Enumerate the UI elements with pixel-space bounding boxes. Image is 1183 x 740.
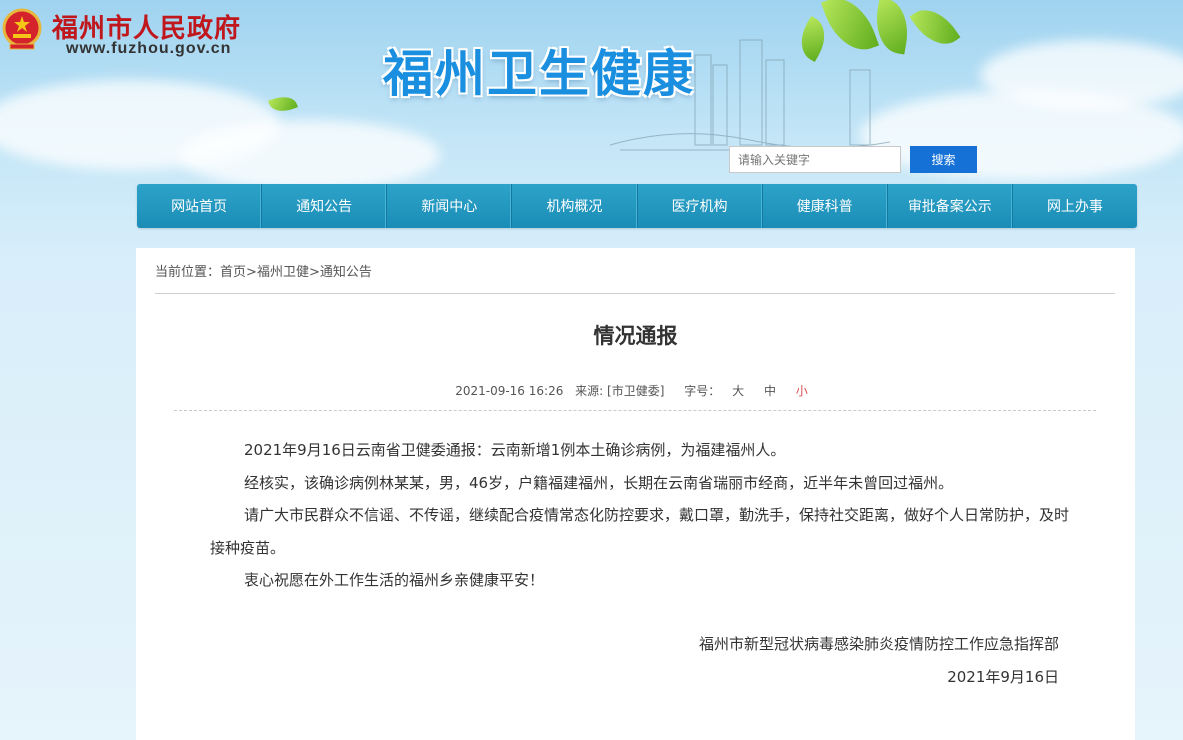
article-paragraph: 请广大市民群众不信谣、不传谣，继续配合疫情常态化防控要求，戴口罩，勤洗手，保持社… <box>210 506 1070 557</box>
nav-item-health-education[interactable]: 健康科普 <box>763 184 888 228</box>
nav-item-approvals[interactable]: 审批备案公示 <box>888 184 1013 228</box>
gov-url[interactable]: www.fuzhou.gov.cn <box>66 40 231 58</box>
breadcrumb-link-home[interactable]: 首页 <box>220 265 246 280</box>
source-label: 来源: <box>575 384 604 398</box>
source-value: [市卫健委] <box>607 384 665 398</box>
font-size-medium-button[interactable]: 中 <box>764 384 776 398</box>
article-signature: 福州市新型冠状病毒感染肺炎疫情防控工作应急指挥部 2021年9月16日 <box>699 628 1059 693</box>
national-emblem-icon <box>2 8 42 50</box>
breadcrumb: 当前位置：首页>福州卫健>通知公告 <box>155 261 372 280</box>
breadcrumb-separator: > <box>308 265 320 280</box>
dashed-divider <box>174 410 1096 411</box>
nav-item-home[interactable]: 网站首页 <box>137 184 263 228</box>
article-paragraph: 2021年9月16日云南省卫健委通报：云南新增1例本土确诊病例，为福建福州人。 <box>244 441 786 459</box>
search-input[interactable] <box>729 146 901 173</box>
nav-item-medical-institutions[interactable]: 医疗机构 <box>638 184 763 228</box>
nav-item-news[interactable]: 新闻中心 <box>387 184 513 228</box>
font-size-large-button[interactable]: 大 <box>732 384 744 398</box>
city-skyline-illustration <box>609 39 891 151</box>
article-meta: 2021-09-16 16:26 来源: [市卫健委] 字号： 大 中 小 <box>136 382 1135 399</box>
article-body: 2021年9月16日云南省卫健委通报：云南新增1例本土确诊病例，为福建福州人。 … <box>210 434 1070 597</box>
nav-item-about[interactable]: 机构概况 <box>512 184 638 228</box>
breadcrumb-link-notices[interactable]: 通知公告 <box>320 265 372 280</box>
cloud-decoration <box>180 120 440 184</box>
article-paragraph: 衷心祝愿在外工作生活的福州乡亲健康平安！ <box>244 571 545 589</box>
article-paragraph: 经核实，该确诊病例林某某，男，46岁，户籍福建福州，长期在云南省瑞丽市经商，近半… <box>244 473 954 492</box>
publish-date: 2021-09-16 16:26 <box>455 384 564 398</box>
nav-item-notices[interactable]: 通知公告 <box>262 184 388 228</box>
breadcrumb-link-fuzhou-health[interactable]: 福州卫健 <box>257 265 309 280</box>
breadcrumb-prefix: 当前位置： <box>155 265 221 280</box>
article-title: 情况通报 <box>593 324 678 348</box>
leaf-decoration <box>909 0 961 55</box>
signature-date: 2021年9月16日 <box>947 667 1059 686</box>
search-button[interactable]: 搜索 <box>910 146 977 173</box>
site-header: 福州市人民政府 www.fuzhou.gov.cn 福州卫生健康 搜索 <box>0 0 1183 184</box>
font-size-label: 字号： <box>684 384 721 398</box>
main-nav: 网站首页 通知公告 新闻中心 机构概况 医疗机构 健康科普 审批备案公示 网上办… <box>137 184 1137 228</box>
signature-org: 福州市新型冠状病毒感染肺炎疫情防控工作应急指挥部 <box>698 635 1059 653</box>
nav-item-online-services[interactable]: 网上办事 <box>1013 184 1137 228</box>
article-panel: 当前位置：首页>福州卫健>通知公告 情况通报 2021-09-16 16:26 … <box>136 248 1135 740</box>
divider <box>155 293 1115 294</box>
font-size-small-button[interactable]: 小 <box>796 384 808 398</box>
breadcrumb-separator: > <box>246 265 257 280</box>
